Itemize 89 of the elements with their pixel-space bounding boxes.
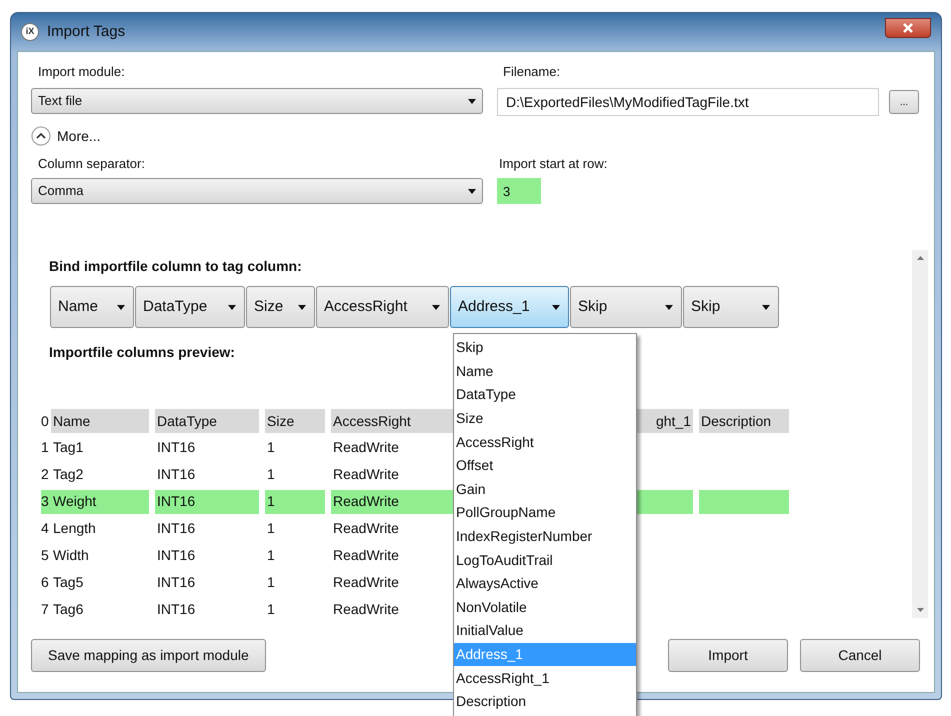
table-cell-text: ReadWrite xyxy=(332,438,400,457)
window-title: Import Tags xyxy=(47,22,126,42)
close-button[interactable] xyxy=(885,18,931,38)
bind-label: Bind importfile column to tag column: xyxy=(49,257,302,276)
table-cell-text: 1 xyxy=(266,573,276,592)
column-mapping-dropdown[interactable]: Skip xyxy=(570,286,682,328)
browse-button[interactable]: ... xyxy=(889,90,919,114)
caret-icon xyxy=(468,98,476,104)
table-cell-text: Tag6 xyxy=(52,600,84,619)
dropdown-option[interactable]: AccessRight_1 xyxy=(454,666,636,690)
filename-label: Filename: xyxy=(502,63,562,81)
import-module-dropdown[interactable]: Text file xyxy=(31,88,483,114)
table-cell-text: INT16 xyxy=(156,465,196,484)
caret-icon xyxy=(468,188,476,194)
table-cell-text: ReadWrite xyxy=(332,546,400,565)
table-cell: Weight xyxy=(51,490,149,514)
table-cell-text: 1 xyxy=(266,438,276,457)
scroll-up-icon[interactable] xyxy=(916,256,924,260)
column-header: Size xyxy=(265,409,325,433)
column-separator-label: Column separator: xyxy=(37,155,146,173)
table-cell-text: ReadWrite xyxy=(332,465,400,484)
caret-icon xyxy=(762,304,770,310)
column-separator-dropdown[interactable]: Comma xyxy=(31,178,483,204)
row-index: 0 xyxy=(41,412,50,430)
table-cell-text: Length xyxy=(52,519,97,538)
column-mapping-dropdown[interactable]: Size xyxy=(246,286,315,328)
column-mapping-dropdown[interactable]: Name xyxy=(50,286,134,328)
table-cell: 1 xyxy=(265,490,325,514)
table-cell-text: 1 xyxy=(266,600,276,619)
more-toggle[interactable]: More... xyxy=(31,124,101,148)
table-cell-text: INT16 xyxy=(156,519,196,538)
row-index: 6 xyxy=(41,573,50,592)
start-row-field[interactable]: 3 xyxy=(497,178,541,204)
dropdown-option[interactable]: NonVolatile xyxy=(454,596,636,620)
table-cell-text: ReadWrite xyxy=(332,519,400,538)
row-index: 5 xyxy=(41,546,50,565)
column-header: DataType xyxy=(155,409,259,433)
scrollbar[interactable] xyxy=(912,250,928,618)
table-cell-text: ReadWrite xyxy=(332,573,400,592)
table-cell-text: 1 xyxy=(266,519,276,538)
row-index: 2 xyxy=(41,465,50,484)
dropdown-option[interactable]: AccessRight xyxy=(454,430,636,454)
caret-icon xyxy=(298,304,306,310)
column-header: Name xyxy=(51,409,149,433)
table-cell-text: 1 xyxy=(266,546,276,565)
table-cell-text: Tag5 xyxy=(52,573,84,592)
table-cell-text: Tag2 xyxy=(52,465,84,484)
column-mapping-dropdown[interactable]: AccessRight xyxy=(316,286,449,328)
dropdown-option[interactable]: InitialValue xyxy=(454,619,636,643)
table-cell-text: 1 xyxy=(266,465,276,484)
table-cell-text: INT16 xyxy=(156,600,196,619)
table-cell-text: Width xyxy=(52,546,90,565)
app-icon: iX xyxy=(21,23,39,41)
start-row-label: Import start at row: xyxy=(498,155,608,173)
caret-icon xyxy=(552,304,560,310)
caret-icon xyxy=(665,304,673,310)
table-cell-text: Tag1 xyxy=(52,438,84,457)
import-module-label: Import module: xyxy=(37,63,126,81)
scroll-down-icon[interactable] xyxy=(916,608,924,612)
caret-icon xyxy=(432,304,440,310)
table-cell-text: ReadWrite xyxy=(332,600,400,619)
row-index: 4 xyxy=(41,519,50,538)
cancel-button[interactable]: Cancel xyxy=(800,639,920,672)
column-header: Description xyxy=(699,409,789,433)
dropdown-option[interactable]: LogToAuditTrail xyxy=(454,548,636,572)
table-cell: INT16 xyxy=(155,490,259,514)
dropdown-option[interactable]: DataType xyxy=(454,383,636,407)
dropdown-option[interactable]: IndexRegisterNumber xyxy=(454,524,636,548)
dropdown-option[interactable]: Name xyxy=(454,360,636,384)
close-icon xyxy=(903,23,913,33)
caret-icon xyxy=(117,304,125,310)
table-cell-text: INT16 xyxy=(156,438,196,457)
filename-field[interactable]: D:\ExportedFiles\MyModifiedTagFile.txt xyxy=(497,88,879,116)
dropdown-option[interactable]: Description xyxy=(454,690,636,714)
column-mapping-dropdown[interactable]: Address_1 xyxy=(450,286,569,328)
table-cell-text: INT16 xyxy=(156,546,196,565)
table-cell-text: INT16 xyxy=(156,573,196,592)
preview-label: Importfile columns preview: xyxy=(49,343,235,362)
dropdown-option[interactable]: Skip xyxy=(454,336,636,360)
caret-icon xyxy=(228,304,236,310)
dropdown-option[interactable]: Offset xyxy=(454,454,636,478)
row-index: 1 xyxy=(41,438,50,457)
dropdown-option[interactable]: AlwaysActive xyxy=(454,572,636,596)
column-mapping-dropdown[interactable]: Skip xyxy=(683,286,779,328)
import-button[interactable]: Import xyxy=(668,639,788,672)
column-mapping-dropdown[interactable]: DataType xyxy=(135,286,245,328)
row-index: 3 xyxy=(41,490,51,514)
row-index: 7 xyxy=(41,600,50,619)
save-mapping-button[interactable]: Save mapping as import module xyxy=(31,639,266,672)
